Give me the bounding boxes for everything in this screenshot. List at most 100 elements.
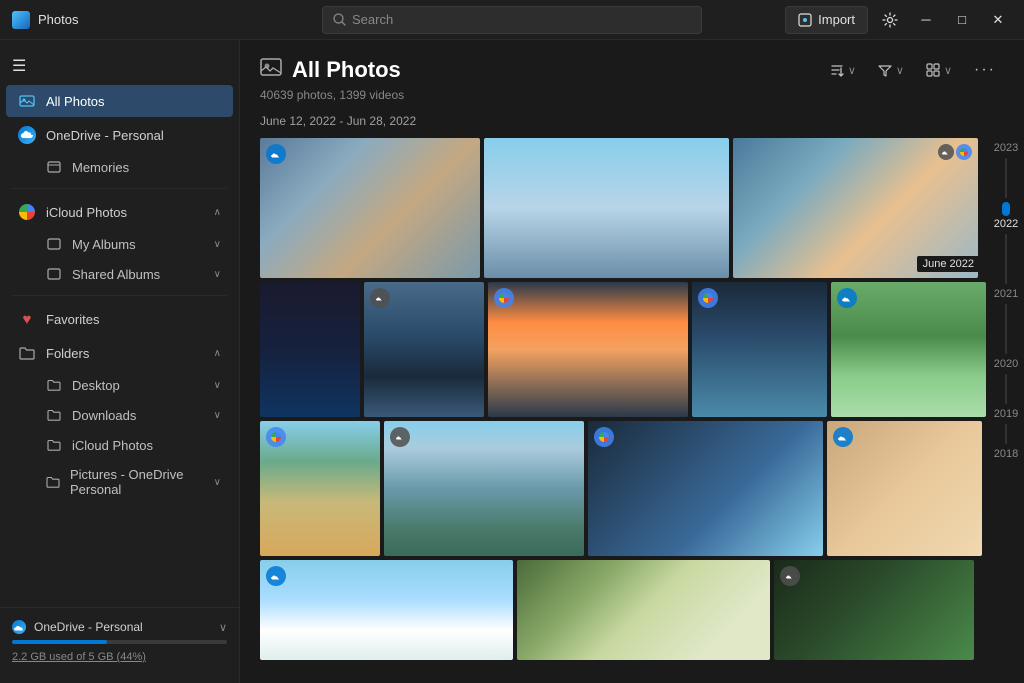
- sidebar-item-pictures-onedrive[interactable]: Pictures - OneDrive Personal ∨: [6, 461, 233, 503]
- content-title: All Photos: [260, 56, 401, 84]
- photo-badge-multi: [938, 144, 972, 160]
- timeline-year-2021[interactable]: 2021: [994, 288, 1018, 300]
- sidebar-item-icloud[interactable]: iCloud Photos ∧: [6, 196, 233, 228]
- photo-badge-icloud: [390, 427, 410, 447]
- favorites-icon: ♥: [18, 310, 36, 328]
- timeline-year-2018[interactable]: 2018: [994, 448, 1018, 460]
- desktop-label: Desktop: [72, 378, 120, 393]
- sidebar-item-onedrive[interactable]: OneDrive - Personal: [6, 119, 233, 151]
- more-dots: ···: [974, 61, 996, 79]
- all-photos-icon: [18, 92, 36, 110]
- photo-cell[interactable]: [517, 560, 770, 660]
- content-area: All Photos ∨ ∨: [240, 40, 1024, 683]
- photo-cell[interactable]: [827, 421, 982, 556]
- photo-cell[interactable]: [260, 560, 513, 660]
- memories-icon: [46, 159, 62, 175]
- photo-cell[interactable]: [260, 282, 360, 417]
- photo-cell[interactable]: [384, 421, 584, 556]
- minimize-button[interactable]: ─: [912, 6, 940, 34]
- photo-row-1: June 2022: [260, 138, 986, 278]
- photo-cell[interactable]: [364, 282, 484, 417]
- app-icon: [12, 11, 30, 29]
- import-icon: [798, 13, 812, 27]
- timeline-track: [1005, 234, 1007, 284]
- sidebar-item-my-albums[interactable]: My Albums ∨: [6, 230, 233, 258]
- timeline-year-2022[interactable]: 2022: [994, 218, 1018, 230]
- desktop-chevron: ∨: [214, 380, 221, 391]
- view-toggle-button[interactable]: ∨: [918, 59, 960, 81]
- settings-button[interactable]: [876, 6, 904, 34]
- search-icon: [333, 13, 346, 26]
- sidebar-sep-1: [12, 188, 227, 189]
- sidebar-item-folders[interactable]: Folders ∧: [6, 337, 233, 369]
- photo-row-3: [260, 421, 986, 556]
- more-options-button[interactable]: ···: [966, 57, 1004, 83]
- photo-cell[interactable]: [588, 421, 823, 556]
- timeline-year-2023[interactable]: 2023: [994, 142, 1018, 154]
- downloads-label: Downloads: [72, 408, 136, 423]
- favorites-label: Favorites: [46, 312, 99, 327]
- sidebar-item-downloads[interactable]: Downloads ∨: [6, 401, 233, 429]
- photo-row-4: [260, 560, 986, 660]
- sidebar-item-favorites[interactable]: ♥ Favorites: [6, 303, 233, 335]
- sidebar-item-all-photos[interactable]: All Photos: [6, 85, 233, 117]
- photo-cell[interactable]: [488, 282, 688, 417]
- app-info: Photos: [12, 11, 322, 29]
- photo-cell[interactable]: [260, 138, 480, 278]
- photo-badge-onedrive: [266, 144, 286, 164]
- sidebar-item-icloud-folder[interactable]: iCloud Photos: [6, 431, 233, 459]
- timeline-track: [1005, 374, 1007, 404]
- content-header: All Photos ∨ ∨: [240, 40, 1024, 138]
- view-chevron: ∨: [944, 64, 952, 77]
- photo-badge-icloud: [370, 288, 390, 308]
- photo-row-2: [260, 282, 986, 417]
- icloud-photo-icon: [18, 203, 36, 221]
- photo-cell[interactable]: June 2022: [733, 138, 978, 278]
- photo-grid: June 2022: [260, 138, 986, 663]
- search-bar[interactable]: Search: [322, 6, 702, 34]
- my-albums-icon: [46, 236, 62, 252]
- icloud-folder-icon: [46, 437, 62, 453]
- sort-button[interactable]: ∨: [822, 59, 864, 81]
- content-title-row: All Photos ∨ ∨: [260, 56, 1004, 84]
- timeline-active-indicator[interactable]: [1002, 202, 1010, 216]
- sidebar-item-desktop[interactable]: Desktop ∨: [6, 371, 233, 399]
- shared-albums-label: Shared Albums: [72, 267, 160, 282]
- sidebar-item-shared-albums[interactable]: Shared Albums ∨: [6, 260, 233, 288]
- maximize-button[interactable]: □: [948, 6, 976, 34]
- folders-icon: [18, 344, 36, 362]
- photo-badge-onedrive: [833, 427, 853, 447]
- all-photos-label: All Photos: [46, 94, 105, 109]
- storage-cloud-icon: [12, 620, 26, 634]
- timeline-track: [1005, 304, 1007, 354]
- storage-label: OneDrive - Personal: [34, 620, 211, 634]
- timeline-track: [1005, 158, 1007, 198]
- sidebar-item-memories[interactable]: Memories: [6, 153, 233, 181]
- sidebar-sep-2: [12, 295, 227, 296]
- photo-cell[interactable]: [484, 138, 729, 278]
- photo-cell[interactable]: [774, 560, 974, 660]
- view-grid-icon: [926, 63, 940, 77]
- filter-chevron: ∨: [896, 64, 904, 77]
- photo-cell[interactable]: [831, 282, 986, 417]
- import-button[interactable]: Import: [785, 6, 868, 34]
- timeline-track: [1005, 424, 1007, 444]
- pictures-onedrive-icon: [46, 474, 60, 490]
- photo-cell[interactable]: [260, 421, 380, 556]
- folders-chevron: ∧: [214, 348, 221, 359]
- photo-badge-onedrive: [266, 566, 286, 586]
- app-title: Photos: [38, 12, 78, 27]
- timeline-year-2019[interactable]: 2019: [994, 408, 1018, 420]
- pictures-onedrive-label: Pictures - OneDrive Personal: [70, 467, 204, 497]
- downloads-folder-icon: [46, 407, 62, 423]
- filter-button[interactable]: ∨: [870, 59, 912, 81]
- desktop-folder-icon: [46, 377, 62, 393]
- timeline-sidebar: 2023 2022 2021 2020 2019 2018: [986, 138, 1024, 663]
- photo-cell[interactable]: [692, 282, 827, 417]
- storage-text[interactable]: 2.2 GB used of 5 GB (44%): [12, 651, 146, 663]
- timeline-year-2020[interactable]: 2020: [994, 358, 1018, 370]
- filter-icon: [878, 63, 892, 77]
- sort-chevron: ∨: [848, 64, 856, 77]
- close-button[interactable]: ✕: [984, 6, 1012, 34]
- sidebar-hamburger[interactable]: ☰: [0, 48, 239, 84]
